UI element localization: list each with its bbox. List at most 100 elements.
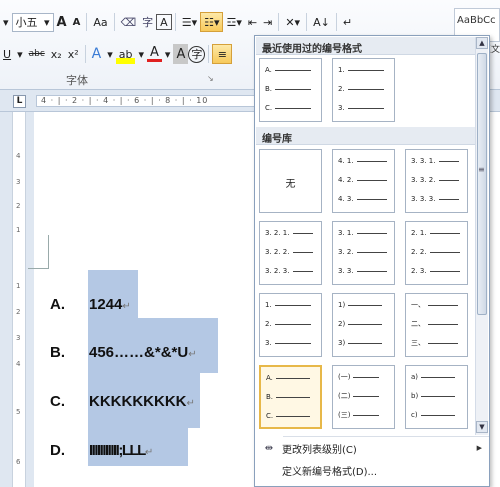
numbering-tile-123[interactable]: 1. 2. 3. — [259, 293, 322, 357]
menu-item-label: 更改列表级别(C) — [282, 444, 357, 456]
margin-marker — [48, 235, 49, 268]
tile-label: 1) — [338, 301, 346, 309]
dialog-launcher-icon[interactable]: ↘ — [207, 74, 214, 83]
tile-label: 2. 1. — [411, 229, 427, 237]
vruler-tick: 3 — [16, 178, 21, 186]
change-case-button[interactable]: Aa — [90, 12, 110, 32]
numbering-tile-chinese[interactable]: 一、 二、 三、 — [405, 293, 468, 357]
tile-label: (二) — [338, 392, 351, 400]
underline-button[interactable]: U — [0, 44, 14, 64]
vruler-tick: 4 — [16, 360, 21, 368]
tile-label: c) — [411, 411, 418, 419]
numbering-dropdown[interactable]: 最近使用过的编号格式 A. B. C. 1. 2. 3. 编号库 无 4. 1.… — [254, 35, 490, 487]
scroll-up-icon[interactable]: ▲ — [476, 37, 488, 49]
scroll-thumb[interactable] — [477, 53, 487, 315]
bullets-icon[interactable]: ☰▾ — [179, 12, 200, 32]
separator — [86, 13, 88, 31]
enclose-char-button[interactable]: 字 — [188, 45, 206, 63]
sort-icon[interactable]: A↓ — [310, 12, 333, 32]
tile-label: 2) — [338, 320, 346, 328]
style-preview: AaBbCc — [457, 15, 496, 26]
char-shading-button[interactable]: A — [173, 44, 189, 64]
numbering-library-header: 编号库 — [256, 127, 476, 145]
list-item-text[interactable]: IIIIIIIIIII;LLL↵ — [89, 442, 153, 459]
chinese-layout-icon[interactable]: ✕▾ — [282, 12, 303, 32]
show-marks-icon[interactable]: ↵ — [340, 12, 355, 32]
ruler-scale[interactable]: 4 · | · 2 · | · 4 · | · 6 · | · 8 · | · … — [36, 95, 256, 107]
tile-label: 3. 3. — [338, 267, 354, 275]
tile-label: 三、 — [411, 339, 425, 347]
vruler-tick: 6 — [16, 458, 21, 466]
list-item-content: 1244 — [89, 296, 123, 313]
recent-formats-header: 最近使用过的编号格式 — [256, 37, 476, 55]
highlight-button[interactable]: ab — [115, 44, 136, 64]
tile-none-label: 无 — [285, 179, 296, 190]
page-gap — [26, 112, 34, 487]
superscript-button[interactable]: x² — [65, 44, 82, 64]
align-left-icon[interactable]: ≡ — [212, 44, 233, 64]
vertical-ruler[interactable]: 4 3 2 1 1 2 3 4 5 6 — [12, 112, 26, 487]
tile-label: 3. 2. 2. — [265, 248, 290, 256]
numbering-tile-recent-123[interactable]: 1. 2. 3. — [332, 58, 395, 122]
strikethrough-button[interactable]: abc — [26, 44, 48, 64]
tile-label: (三) — [338, 411, 351, 419]
numbering-tile-recent-abc[interactable]: A. B. C. — [259, 58, 322, 122]
menu-separator — [283, 436, 489, 437]
define-new-format-menu-item[interactable]: 定义新编号格式(D)... — [256, 460, 488, 480]
panel-scrollbar[interactable]: ▲ ≡ ▼ — [475, 37, 488, 435]
grow-font-button[interactable]: A — [54, 12, 70, 32]
font-name-dropdown-arrow[interactable]: ▾ — [0, 12, 12, 32]
subscript-button[interactable]: x₂ — [48, 44, 65, 64]
char-border-button[interactable]: A — [156, 14, 172, 30]
list-item-text[interactable]: 1244↵ — [89, 296, 131, 313]
list-item-text[interactable]: KKKKKKKKK↵ — [89, 393, 195, 410]
tile-label: 4. 1. — [338, 157, 354, 165]
tile-label: 1. — [338, 66, 345, 74]
vruler-tick: 2 — [16, 308, 21, 316]
clear-format-icon[interactable]: ⌫ — [118, 12, 140, 32]
list-number: B. — [50, 344, 65, 361]
tile-label: 4. 3. — [338, 195, 354, 203]
text-effect-button[interactable]: A — [89, 44, 105, 64]
paragraph-mark-icon: ↵ — [144, 447, 153, 458]
phonetic-guide-icon[interactable]: 字 — [139, 12, 156, 32]
numbering-tile-abc-selected[interactable]: A. B. C. — [259, 365, 322, 429]
multilevel-list-icon[interactable]: ☲▾ — [223, 12, 244, 32]
numbering-tile-3-2-x[interactable]: 3. 2. 1. 3. 2. 2. 3. 2. 3. — [259, 221, 322, 285]
increase-indent-icon[interactable]: ⇥ — [260, 12, 275, 32]
list-item-text[interactable]: 456……&*&*U↵ — [89, 344, 197, 361]
tile-label: B. — [265, 85, 273, 93]
numbering-tile-2-x[interactable]: 2. 1. 2. 2. 2. 3. — [405, 221, 468, 285]
tile-label: 一、 — [411, 301, 425, 309]
numbering-tile-chinese-paren[interactable]: (一) (二) (三) — [332, 365, 395, 429]
tile-label: 2. 3. — [411, 267, 427, 275]
decrease-indent-icon[interactable]: ⇤ — [245, 12, 260, 32]
font-size-select[interactable]: 小五 ▾ — [11, 12, 54, 32]
font-size-value: 小五 — [15, 16, 38, 29]
tile-label: 3. 2. — [338, 248, 354, 256]
numbering-tile-3-3-x[interactable]: 3. 3. 1. 3. 3. 2. 3. 3. 3. — [405, 149, 468, 213]
underline-dropdown-icon[interactable]: ▾ — [14, 44, 26, 64]
separator — [113, 13, 115, 31]
font-color-button[interactable]: A — [147, 45, 162, 62]
vruler-tick: 1 — [16, 226, 21, 234]
tile-label: 3. 3. 1. — [411, 157, 436, 165]
change-list-level-menu-item[interactable]: ⇹ 更改列表级别(C) ▶ — [256, 438, 488, 458]
paragraph-mark-icon: ↵ — [122, 301, 131, 312]
ribbon-row-format: U ▾ abc x₂ x² A ▾ ab ▾ A ▾ A 字 ≡ — [0, 42, 233, 66]
shrink-font-button[interactable]: A — [70, 12, 84, 32]
tile-label: a) — [411, 373, 419, 381]
highlight-dropdown-icon[interactable]: ▾ — [135, 44, 147, 64]
numbering-button[interactable]: ☷▾ — [200, 12, 224, 32]
numbering-tile-4-x[interactable]: 4. 1. 4. 2. 4. 3. — [332, 149, 395, 213]
numbering-tile-lower-alpha[interactable]: a) b) c) — [405, 365, 468, 429]
tile-label: (一) — [338, 373, 351, 381]
tab-selector[interactable]: L — [13, 95, 26, 108]
numbering-tile-paren[interactable]: 1) 2) 3) — [332, 293, 395, 357]
left-gutter — [0, 112, 12, 487]
numbering-tile-3-x[interactable]: 3. 1. 3. 2. 3. 3. — [332, 221, 395, 285]
scroll-down-icon[interactable]: ▼ — [476, 421, 488, 433]
text-effect-dropdown-icon[interactable]: ▾ — [104, 44, 116, 64]
numbering-tile-none[interactable]: 无 — [259, 149, 322, 213]
font-color-dropdown-icon[interactable]: ▾ — [162, 44, 174, 64]
